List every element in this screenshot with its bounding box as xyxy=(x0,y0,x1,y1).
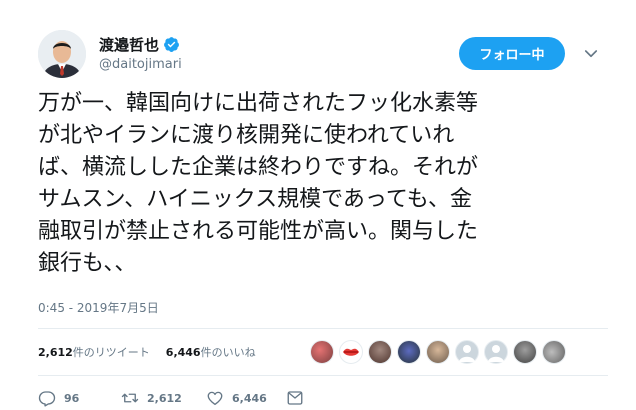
display-name-text[interactable]: 渡邉哲也 xyxy=(99,34,159,55)
retweets-label: 件のリツイート xyxy=(72,346,150,359)
tweet-line: ば、横流しした企業は終わりですね。それが xyxy=(38,155,479,180)
retweets-count: 2,612 xyxy=(38,346,73,359)
divider xyxy=(38,328,608,329)
chevron-down-icon[interactable] xyxy=(582,45,600,63)
profile-photo xyxy=(38,30,86,78)
reply-icon xyxy=(38,391,56,407)
retweet-count: 2,612 xyxy=(147,391,182,405)
liker-avatar[interactable] xyxy=(426,340,450,364)
retweet-icon xyxy=(121,393,139,403)
reply-count: 96 xyxy=(64,391,80,405)
likes-label: 件のいいね xyxy=(200,346,256,359)
reply-button[interactable]: 96 xyxy=(38,389,121,407)
likes-count: 6,446 xyxy=(165,346,201,359)
avatar[interactable] xyxy=(38,30,86,78)
default-avatar-icon xyxy=(488,345,504,362)
divider xyxy=(38,375,608,376)
tweet-line: 融取引が禁止される可能性が高い。関与した xyxy=(38,219,479,244)
like-button[interactable]: 6,446 xyxy=(206,389,286,407)
liker-avatar[interactable] xyxy=(310,340,334,364)
like-count: 6,446 xyxy=(232,391,267,405)
tweet-line: 銀行も、、 xyxy=(38,251,137,276)
retweets-stat[interactable]: 2,612件のリツイート xyxy=(38,346,150,359)
tweet-line: サムスン、ハイニックス規模であっても、金 xyxy=(38,187,473,212)
tweet-actions: 96 2,612 6,446 xyxy=(38,388,312,408)
default-avatar-icon xyxy=(459,345,475,362)
tweet-line: が北やイランに渡り核開発に使われていれ xyxy=(38,123,455,148)
liker-avatar[interactable] xyxy=(455,340,479,364)
liker-avatars xyxy=(310,340,571,364)
tweet-line: 万が一、韓国向けに出荷されたフッ化水素等 xyxy=(38,91,479,116)
liker-avatar[interactable] xyxy=(542,340,566,364)
liker-avatar[interactable] xyxy=(513,340,537,364)
direct-message-icon xyxy=(287,391,303,405)
share-button[interactable] xyxy=(286,389,312,407)
liker-avatar[interactable] xyxy=(484,340,508,364)
retweet-button[interactable]: 2,612 xyxy=(121,389,206,407)
tweet-text: 万が一、韓国向けに出荷されたフッ化水素等 が北やイランに渡り核開発に使われていれ… xyxy=(38,88,608,280)
likes-stat[interactable]: 6,446件のいいね xyxy=(166,346,256,359)
follow-button[interactable]: フォロー中 xyxy=(459,37,565,70)
display-name[interactable]: 渡邉哲也 xyxy=(99,34,180,55)
tweet-stats: 2,612件のリツイート 6,446件のいいね xyxy=(38,344,256,360)
liker-avatar[interactable] xyxy=(339,340,363,364)
verified-badge-icon xyxy=(164,37,179,52)
user-handle[interactable]: @daitojimari xyxy=(99,57,182,72)
tweet-timestamp[interactable]: 0:45 - 2019年7月5日 xyxy=(38,299,159,316)
liker-avatar[interactable] xyxy=(397,340,421,364)
heart-icon xyxy=(207,391,223,406)
liker-avatar[interactable] xyxy=(368,340,392,364)
lips-icon xyxy=(343,348,359,356)
